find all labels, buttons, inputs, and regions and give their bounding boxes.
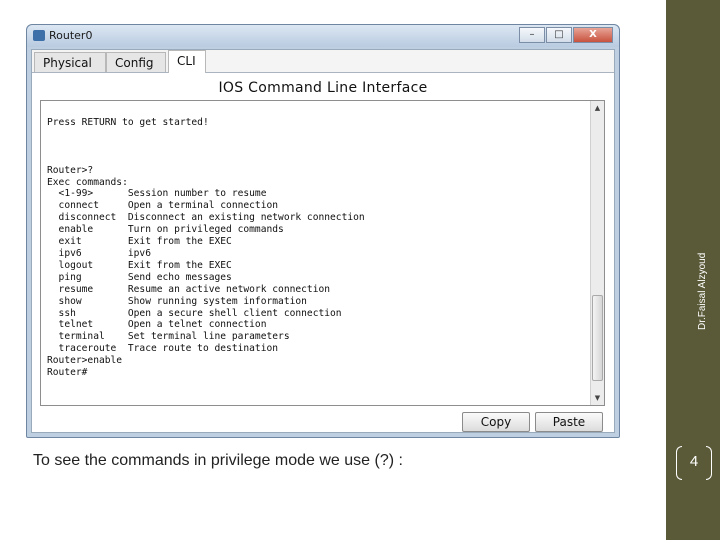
slide-caption: To see the commands in privilege mode we…	[33, 452, 403, 469]
window-controls: – □ X	[518, 27, 613, 43]
cli-terminal[interactable]: Press RETURN to get started! Router>? Ex…	[40, 100, 605, 406]
terminal-scrollbar[interactable]: ▲ ▼	[590, 101, 604, 405]
scroll-up-arrow-icon[interactable]: ▲	[591, 101, 604, 115]
tab-cli[interactable]: CLI	[168, 50, 206, 73]
paste-button[interactable]: Paste	[535, 412, 603, 432]
terminal-output[interactable]: Press RETURN to get started! Router>? Ex…	[47, 117, 584, 403]
close-button[interactable]: X	[573, 27, 613, 43]
tab-bar: Physical Config CLI	[32, 50, 614, 73]
copy-button[interactable]: Copy	[462, 412, 530, 432]
scroll-down-arrow-icon[interactable]: ▼	[591, 391, 604, 405]
title-bar[interactable]: Router0 – □ X	[27, 25, 619, 47]
minimize-button[interactable]: –	[519, 27, 545, 43]
scrollbar-thumb[interactable]	[592, 295, 603, 381]
router-window: Router0 – □ X Physical Config CLI IOS Co…	[26, 24, 620, 438]
tab-config[interactable]: Config	[106, 52, 166, 72]
right-brace-icon	[706, 446, 712, 480]
router-icon	[33, 30, 45, 41]
tab-physical[interactable]: Physical	[34, 52, 106, 72]
window-client-area: Physical Config CLI IOS Command Line Int…	[31, 49, 615, 433]
author-label: Dr.Faisal Alzyoud	[697, 252, 708, 330]
window-title: Router0	[49, 29, 93, 42]
cli-heading: IOS Command Line Interface	[218, 80, 428, 96]
page-number-badge: 4	[676, 446, 712, 482]
maximize-button[interactable]: □	[546, 27, 572, 43]
